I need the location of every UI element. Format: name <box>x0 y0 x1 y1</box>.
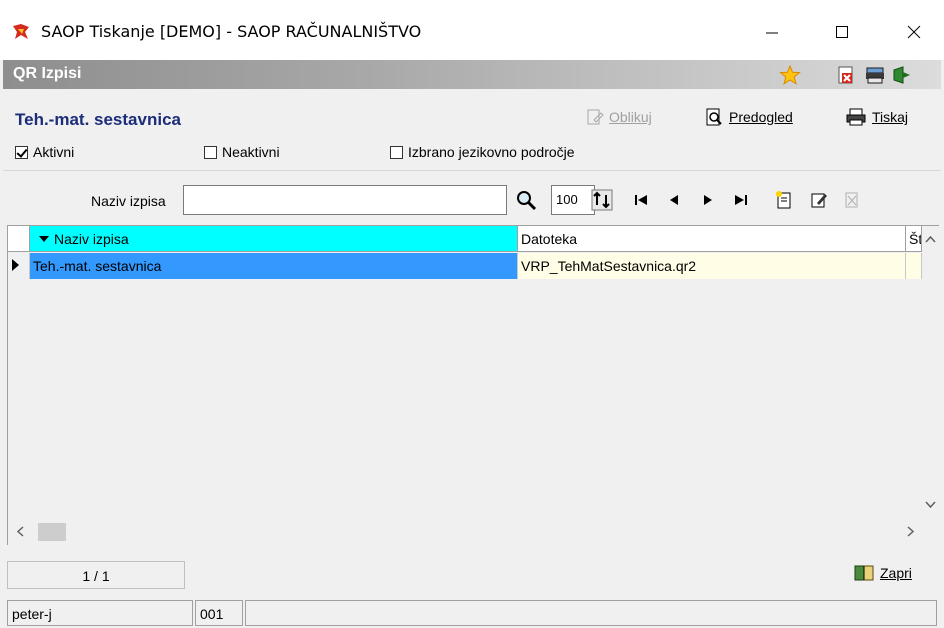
first-icon <box>635 195 647 205</box>
column-header-naziv[interactable]: Naziv izpisa <box>30 226 518 252</box>
neaktivni-checkbox[interactable]: Neaktivni <box>204 144 280 160</box>
current-row-icon <box>12 259 19 271</box>
limit-input[interactable]: 100 <box>551 185 595 215</box>
vertical-scrollbar[interactable] <box>922 226 939 517</box>
sort-toggle-button[interactable] <box>591 188 613 212</box>
exit-icon[interactable] <box>891 64 913 86</box>
delete-record-button[interactable] <box>841 188 863 212</box>
maximize-button[interactable] <box>818 14 866 50</box>
delete-icon <box>845 192 858 208</box>
aktivni-checkbox-box[interactable] <box>15 145 28 159</box>
row-indicator-header <box>8 226 30 252</box>
new-document-icon <box>776 191 791 209</box>
tiskaj-label: Tiskaj <box>872 109 909 125</box>
scroll-left-icon[interactable] <box>12 523 29 540</box>
panel-header: QR Izpisi <box>3 60 941 89</box>
report-header: Teh.-mat. sestavnica Oblikuj Predogled T… <box>3 89 941 169</box>
printer-stack-icon[interactable] <box>864 64 886 86</box>
predogled-button[interactable]: Predogled <box>704 106 793 128</box>
star-icon[interactable] <box>779 64 801 86</box>
scroll-up-icon[interactable] <box>922 231 939 248</box>
cell-naziv[interactable]: Teh.-mat. sestavnica <box>30 253 518 279</box>
search-toolbar: Naziv izpisa 100 <box>3 170 941 222</box>
close-book-icon <box>854 565 874 581</box>
predogled-label: Predogled <box>729 109 793 125</box>
neaktivni-checkbox-box[interactable] <box>204 145 217 159</box>
next-icon <box>704 195 712 205</box>
previous-icon <box>670 195 678 205</box>
jezik-checkbox-box[interactable] <box>390 145 403 159</box>
close-icon <box>907 25 921 39</box>
edit-icon <box>811 193 827 208</box>
neaktivni-label: Neaktivni <box>222 144 280 160</box>
maximize-icon <box>836 26 848 38</box>
next-record-button[interactable] <box>697 188 719 212</box>
horizontal-scroll-thumb[interactable] <box>38 523 66 541</box>
search-icon <box>517 191 537 211</box>
first-record-button[interactable] <box>630 188 652 212</box>
footer: 1 / 1 Zapri peter-j 001 <box>3 545 941 628</box>
panel-title: QR Izpisi <box>13 65 82 82</box>
reports-table: Naziv izpisa Datoteka Št Teh.-mat. sesta… <box>7 225 940 545</box>
close-window-button[interactable] <box>890 14 938 50</box>
scroll-down-icon[interactable] <box>922 496 939 513</box>
jezik-label: Izbrano jezikovno področje <box>408 144 575 160</box>
previous-record-button[interactable] <box>663 188 685 212</box>
zapri-label: Zapri <box>880 565 912 581</box>
search-button[interactable] <box>515 188 537 212</box>
minimize-icon <box>766 32 778 34</box>
search-label: Naziv izpisa <box>91 193 166 209</box>
scroll-right-icon[interactable] <box>902 523 919 540</box>
last-record-button[interactable] <box>730 188 752 212</box>
delete-doc-icon[interactable] <box>835 64 857 86</box>
horizontal-scrollbar[interactable] <box>8 517 940 545</box>
column-header-datoteka[interactable]: Datoteka <box>518 226 906 252</box>
minimize-button[interactable] <box>748 14 796 50</box>
search-input[interactable] <box>183 185 507 215</box>
column-header-datoteka-label: Datoteka <box>521 231 578 247</box>
oblikuj-label: Oblikuj <box>609 109 652 125</box>
edit-record-button[interactable] <box>808 188 830 212</box>
column-header-naziv-label: Naziv izpisa <box>54 231 129 247</box>
row-indicator <box>8 253 30 279</box>
last-icon <box>735 195 747 205</box>
zapri-button[interactable]: Zapri <box>853 563 912 583</box>
window-titlebar: SAOP Tiskanje [DEMO] - SAOP RAČUNALNIŠTV… <box>0 0 944 60</box>
aktivni-label: Aktivni <box>33 144 75 160</box>
window-title: SAOP Tiskanje [DEMO] - SAOP RAČUNALNIŠTV… <box>41 22 422 41</box>
preview-icon <box>706 108 722 126</box>
status-user: peter-j <box>7 600 193 626</box>
status-message <box>245 600 937 626</box>
sort-icon <box>591 189 613 211</box>
printer-icon <box>846 108 866 126</box>
sort-desc-icon <box>39 236 49 242</box>
new-record-button[interactable] <box>773 188 795 212</box>
tiskaj-button[interactable]: Tiskaj <box>845 106 908 128</box>
column-header-st[interactable]: Št <box>906 226 922 252</box>
status-code: 001 <box>195 600 243 626</box>
record-counter: 1 / 1 <box>7 561 185 589</box>
jezik-checkbox[interactable]: Izbrano jezikovno področje <box>390 144 575 160</box>
cell-datoteka[interactable]: VRP_TehMatSestavnica.qr2 <box>518 253 906 279</box>
app-logo-icon <box>13 24 29 39</box>
design-icon <box>587 109 604 125</box>
column-header-st-label: Št <box>909 231 922 247</box>
aktivni-checkbox[interactable]: Aktivni <box>15 144 74 160</box>
oblikuj-button[interactable]: Oblikuj <box>586 106 652 128</box>
page-title: Teh.-mat. sestavnica <box>15 110 181 129</box>
cell-st[interactable] <box>906 253 922 279</box>
